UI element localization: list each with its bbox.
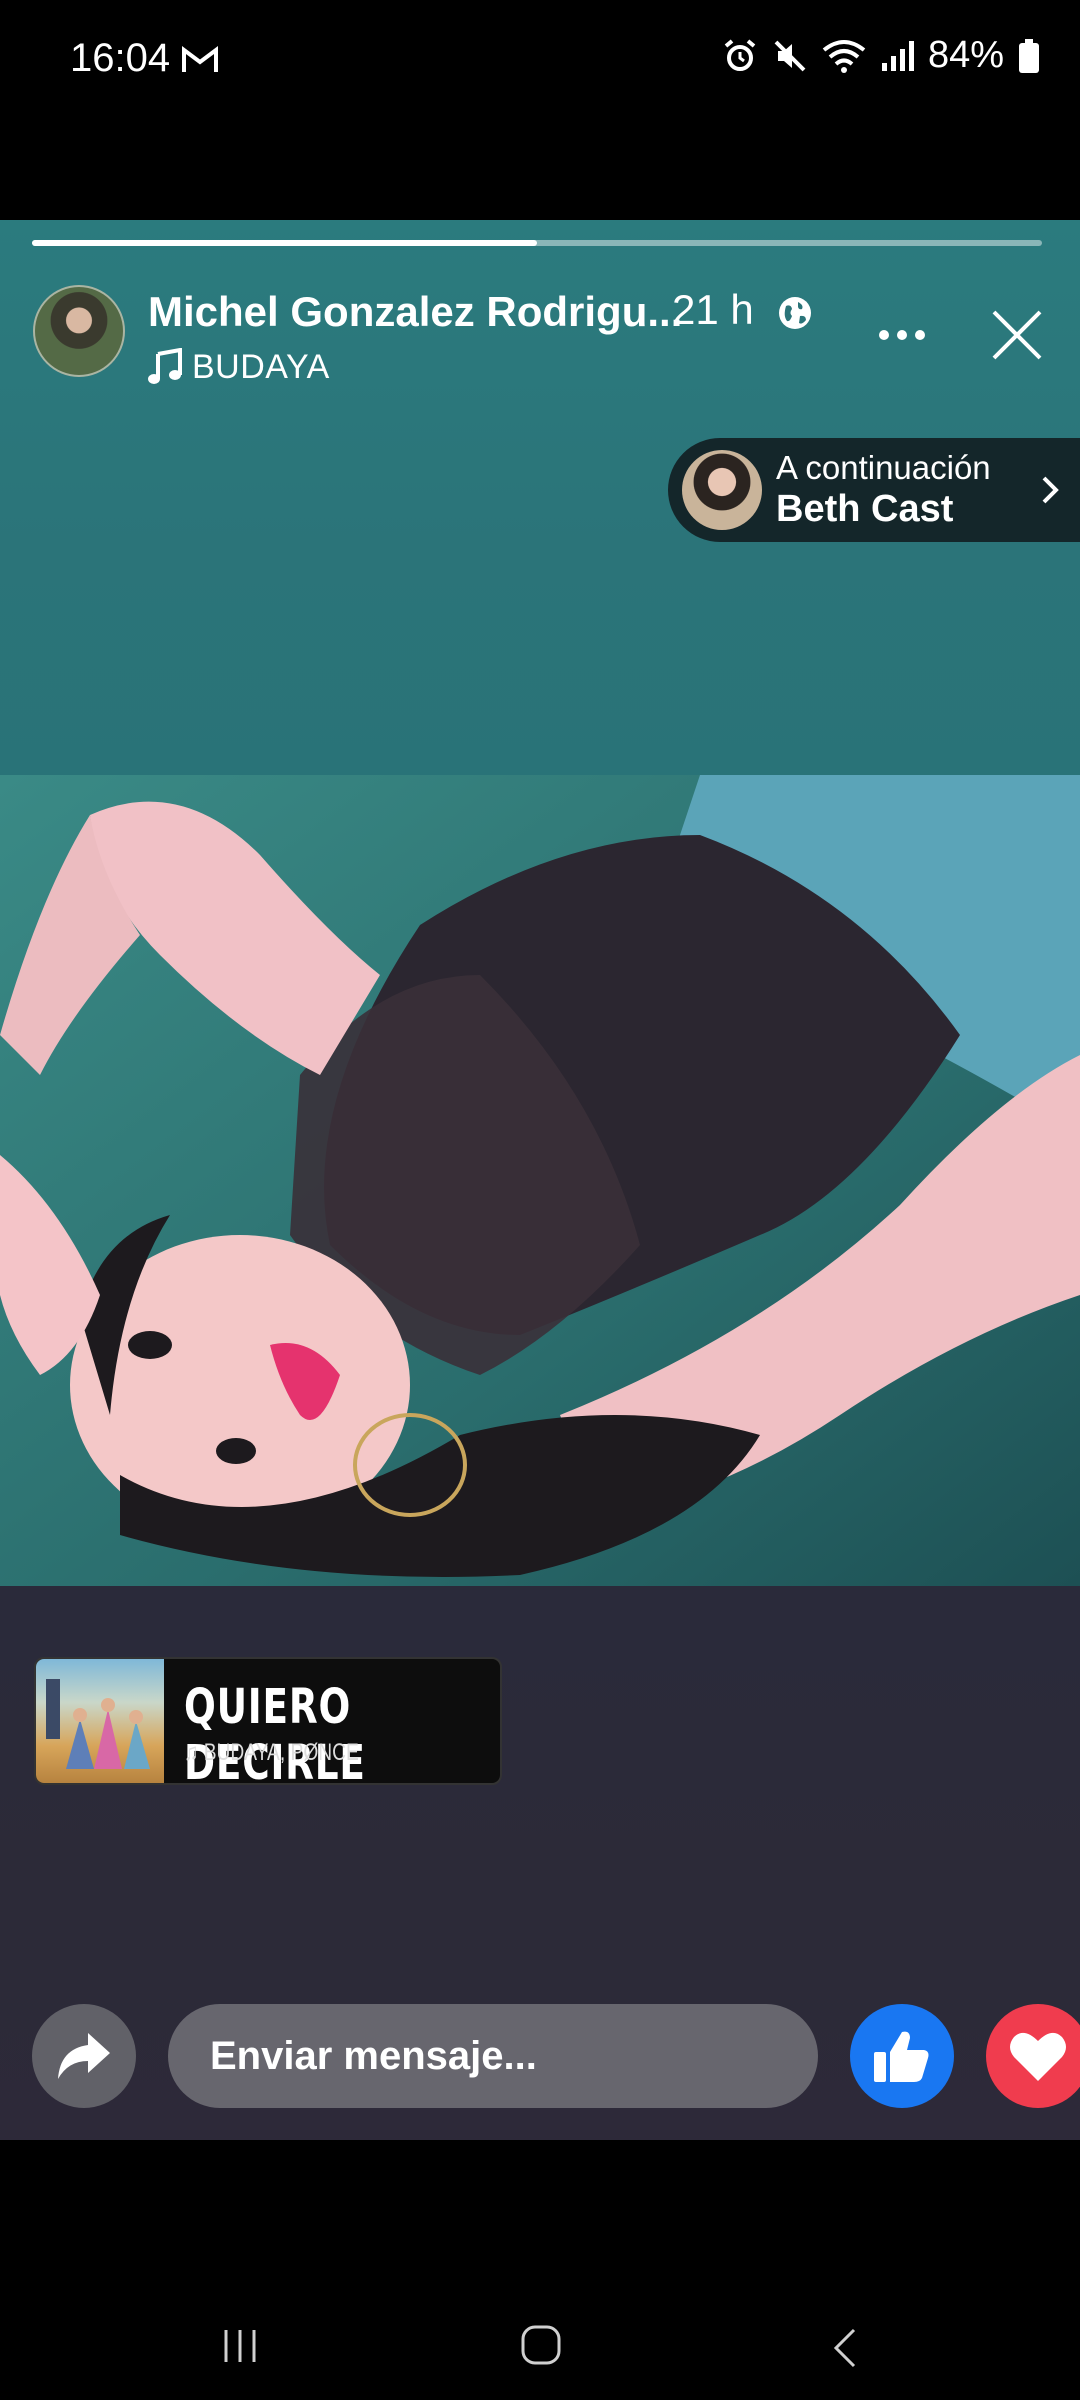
music-note-icon [148,348,182,384]
globe-icon [779,297,811,329]
next-story-button[interactable]: A continuación Beth Cast [668,438,1080,542]
message-input[interactable] [168,2004,818,2108]
story-photo [0,775,1080,1586]
close-button[interactable] [990,308,1044,362]
status-time: 16:04 [70,36,171,80]
like-button[interactable] [850,2004,954,2108]
thumbs-up-icon [874,2031,929,2082]
home-button[interactable] [520,2324,562,2366]
story-progress-bar [32,240,1042,246]
signal-icon [881,40,914,71]
gmail-icon [182,46,218,72]
next-story-label: A continuación [776,449,991,486]
system-nav-bar [0,2140,1080,2400]
share-button[interactable] [32,2004,136,2108]
mute-icon [774,40,806,71]
battery-icon [1019,38,1039,73]
story-viewer[interactable]: Michel Gonzalez Rodrigu... 21 h BUDAYA A… [0,220,1080,2140]
next-story-avatar [682,450,762,530]
more-dot [897,330,907,340]
back-button[interactable] [830,2326,860,2370]
wifi-icon [822,39,866,73]
love-button[interactable] [986,2004,1080,2108]
heart-icon [1010,2032,1066,2081]
more-options-button[interactable] [872,315,932,355]
sticker-song-artists: ♫ BUDAYA, PØNCE [184,1739,359,1766]
story-progress-fill [32,240,537,246]
alarm-icon [724,38,756,71]
more-dot [879,330,889,340]
author-name[interactable]: Michel Gonzalez Rodrigu... [148,288,682,336]
story-photo-illustration [0,775,1080,1586]
status-icons: 84% [722,34,1040,77]
sticker-song-title: QUIERO DECIRLE [184,1679,366,1785]
status-bar: 16:04 84% [0,0,1080,120]
music-artist[interactable]: BUDAYA [192,348,330,387]
next-story-name: Beth Cast [776,488,954,530]
more-dot [915,330,925,340]
chevron-right-icon [1042,476,1059,504]
battery-percent: 84% [927,34,1004,76]
recent-apps-button[interactable] [220,2326,260,2366]
author-avatar[interactable] [33,285,125,377]
share-arrow-icon [58,2033,110,2079]
music-sticker[interactable]: QUIERO DECIRLE ♫ BUDAYA, PØNCE [34,1657,502,1785]
album-art [36,1659,164,1783]
post-time: 21 h [672,286,754,333]
